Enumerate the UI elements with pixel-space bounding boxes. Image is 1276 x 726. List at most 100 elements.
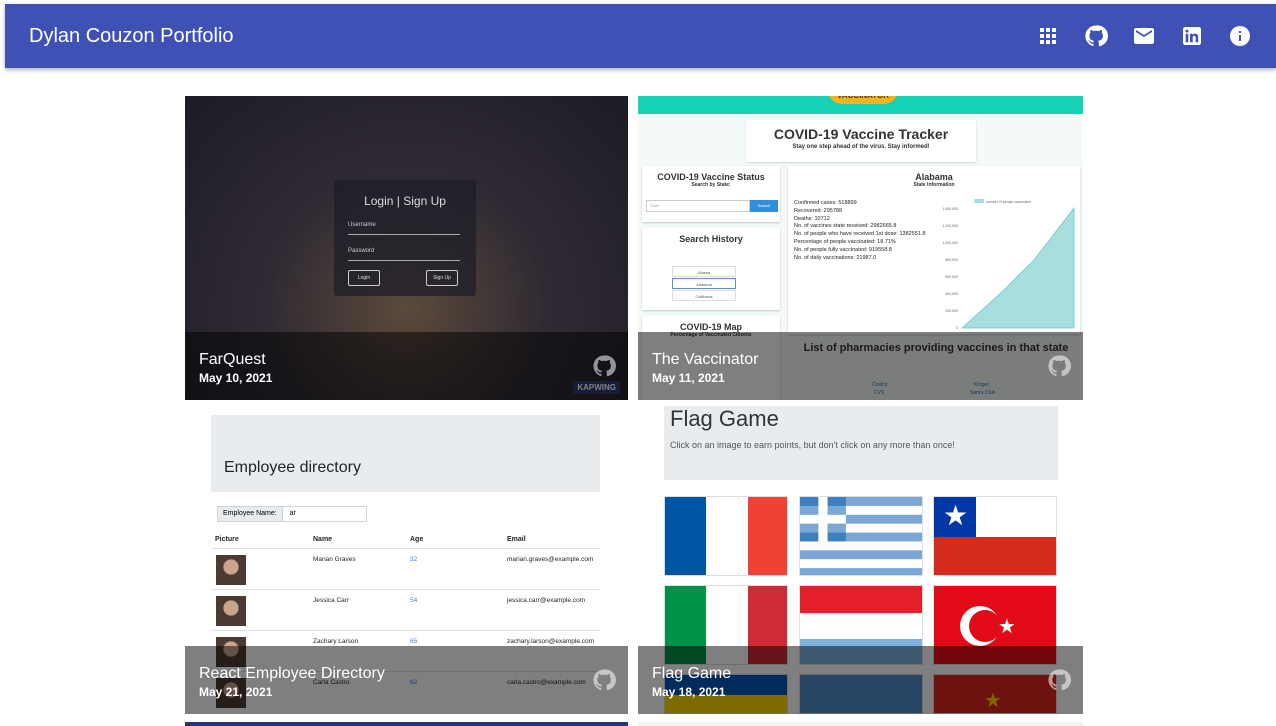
github-icon[interactable] bbox=[592, 354, 616, 378]
apps-icon[interactable] bbox=[1036, 24, 1060, 48]
app-title: Dylan Couzon Portfolio bbox=[29, 25, 234, 47]
screenshot-search-field: Employee Name: ar bbox=[217, 506, 367, 522]
table-divider bbox=[211, 548, 600, 549]
flag-greece bbox=[799, 496, 923, 576]
screenshot-signup-button: Sign Up bbox=[426, 270, 458, 286]
screenshot-stat-line: Percentage of people vaccinated: 18.71% bbox=[794, 238, 896, 245]
tile-title-bar: React Employee Directory May 21, 2021 bbox=[185, 646, 628, 714]
chart-y-tick: 1,000,000 bbox=[942, 241, 958, 245]
screenshot-heading: Employee directory bbox=[224, 459, 361, 476]
screenshot-instructions: Click on an image to earn points, but do… bbox=[670, 440, 955, 450]
screenshot-vaccination-chart: number of people vaccinated 1,400,000 1,… bbox=[942, 199, 1075, 330]
screenshot-header: COVID-19 Vaccine Tracker Stay one step a… bbox=[746, 120, 976, 162]
screenshot-jumbotron: Employee directory bbox=[211, 415, 600, 492]
screenshot-stat-line: No. of people who have received 1st dose… bbox=[794, 231, 926, 238]
screenshot-history-item: California bbox=[672, 290, 736, 301]
tile-title: React Employee Directory bbox=[199, 665, 385, 682]
screenshot-stat-line: No. of daily vaccinations: 21987.0 bbox=[794, 254, 877, 261]
screenshot-history-card: Search History Alaska Alabama California bbox=[642, 228, 780, 310]
project-tile-vaccinator[interactable]: VACCINATOR COVID-19 Vaccine Tracker Stay… bbox=[638, 96, 1083, 400]
screenshot-search-value: ar bbox=[289, 510, 296, 517]
project-tile-employee-directory[interactable]: Employee directory Employee Name: ar Pic… bbox=[185, 400, 628, 714]
svg-text:★: ★ bbox=[998, 614, 1016, 638]
screenshot-login-box: Login | Sign Up Username Password Login … bbox=[334, 180, 476, 296]
screenshot-logo: VACCINATOR bbox=[828, 96, 898, 104]
screenshot-heading: COVID-19 Vaccine Tracker bbox=[773, 126, 949, 142]
github-icon[interactable] bbox=[592, 668, 616, 692]
mail-icon[interactable] bbox=[1132, 24, 1156, 48]
screenshot-divider bbox=[348, 234, 460, 235]
info-icon[interactable] bbox=[1228, 24, 1252, 48]
screenshot-status-card: COVID-19 Vaccine Status Search by State:… bbox=[642, 166, 780, 222]
screenshot-divider bbox=[348, 260, 460, 261]
table-cell-age: 54 bbox=[410, 597, 418, 604]
flag-chile: ★ bbox=[933, 496, 1057, 576]
chart-y-tick: 600,000 bbox=[945, 275, 958, 279]
screenshot-column-header: Email bbox=[507, 536, 526, 543]
avatar bbox=[216, 596, 246, 626]
screenshot-search-button: Search bbox=[750, 200, 778, 212]
tile-title: FarQuest bbox=[199, 351, 266, 368]
screenshot-search-label: Employee Name: bbox=[218, 507, 283, 521]
screenshot-stat-line: Deaths: 10712 bbox=[794, 215, 830, 222]
github-icon[interactable] bbox=[1047, 354, 1071, 378]
chart-legend-label: number of people vaccinated bbox=[986, 200, 1031, 204]
screenshot-password-label: Password bbox=[348, 248, 375, 254]
chart-legend-swatch bbox=[974, 199, 984, 203]
table-divider bbox=[211, 630, 600, 631]
table-divider bbox=[211, 589, 600, 590]
chart-y-tick: 200,000 bbox=[945, 309, 958, 313]
screenshot-status-sub: Search by State: bbox=[691, 182, 731, 188]
screenshot-login-button: Login bbox=[348, 270, 380, 286]
screenshot-stat-line: No. of people fully vaccinated: 919558.8 bbox=[794, 246, 892, 253]
avatar bbox=[216, 555, 246, 585]
screenshot-history-item: Alabama bbox=[672, 278, 736, 289]
screenshot-stat-line: No. of vaccines state received: 2982665.… bbox=[794, 223, 897, 230]
tile-title-bar: Flag Game May 18, 2021 bbox=[638, 646, 1083, 714]
screenshot-jumbotron: Flag Game Click on an image to earn poin… bbox=[664, 406, 1058, 480]
tile-title-bar: FarQuest May 10, 2021 bbox=[185, 332, 628, 400]
screenshot-column-header: Name bbox=[313, 536, 333, 543]
table-cell-age: 32 bbox=[410, 556, 418, 563]
screenshot-history-title: Search History bbox=[679, 234, 743, 244]
tile-date: May 18, 2021 bbox=[652, 685, 726, 699]
table-cell-name: Zachary Larson bbox=[313, 638, 359, 645]
screenshot-state-card: Alabama State Information Confirmed case… bbox=[788, 166, 1080, 334]
screenshot-history-item: Alaska bbox=[672, 266, 736, 277]
screenshot-search-field: State bbox=[646, 200, 750, 212]
screenshot-heading: Flag Game bbox=[670, 406, 779, 431]
project-tile-farquest[interactable]: Login | Sign Up Username Password Login … bbox=[185, 96, 628, 400]
chart-y-tick: 1,400,000 bbox=[942, 207, 958, 211]
table-cell-email: jessica.carr@example.com bbox=[507, 597, 586, 604]
chart-y-tick: 800,000 bbox=[945, 258, 958, 262]
table-cell-email: marian.graves@example.com bbox=[507, 556, 594, 563]
screenshot-column-header: Age bbox=[410, 536, 424, 543]
tile-date: May 10, 2021 bbox=[199, 371, 273, 385]
tile-title: The Vaccinator bbox=[652, 351, 759, 368]
screenshot-stat-line: Recovered: 295788 bbox=[794, 207, 843, 214]
linkedin-icon[interactable] bbox=[1180, 24, 1204, 48]
screenshot-column-header: Picture bbox=[215, 536, 239, 543]
chart-area bbox=[960, 206, 1075, 329]
screenshot-state-title: Alabama bbox=[915, 172, 953, 182]
screenshot-status-title: COVID-19 Vaccine Status bbox=[657, 172, 765, 182]
tile-date: May 11, 2021 bbox=[652, 371, 725, 385]
screenshot-stat-line: Confirmed cases: 518899 bbox=[794, 200, 857, 206]
github-icon[interactable] bbox=[1047, 668, 1071, 692]
table-cell-age: 65 bbox=[410, 638, 418, 645]
screenshot-username-label: Username bbox=[348, 222, 376, 228]
table-cell-name: Marian Graves bbox=[313, 556, 356, 563]
screenshot-map-title: COVID-19 Map bbox=[679, 322, 742, 332]
project-tile-next[interactable] bbox=[185, 722, 628, 726]
chart-y-tick: 0 bbox=[956, 326, 958, 330]
github-icon[interactable] bbox=[1084, 24, 1108, 48]
tile-title: Flag Game bbox=[652, 665, 732, 682]
project-tile-flag-game[interactable]: Flag Game Click on an image to earn poin… bbox=[638, 400, 1083, 714]
screenshot-state-sub: State Information bbox=[913, 182, 955, 188]
chart-y-ticks: 1,400,000 1,200,000 1,000,000 800,000 60… bbox=[942, 207, 958, 330]
flag-france bbox=[664, 496, 788, 576]
chart-y-tick: 400,000 bbox=[945, 292, 958, 296]
tile-date: May 21, 2021 bbox=[199, 685, 273, 699]
screenshot-stats: Confirmed cases: 518899 Recovered: 29578… bbox=[794, 200, 925, 262]
project-tile-next[interactable] bbox=[638, 722, 1083, 726]
